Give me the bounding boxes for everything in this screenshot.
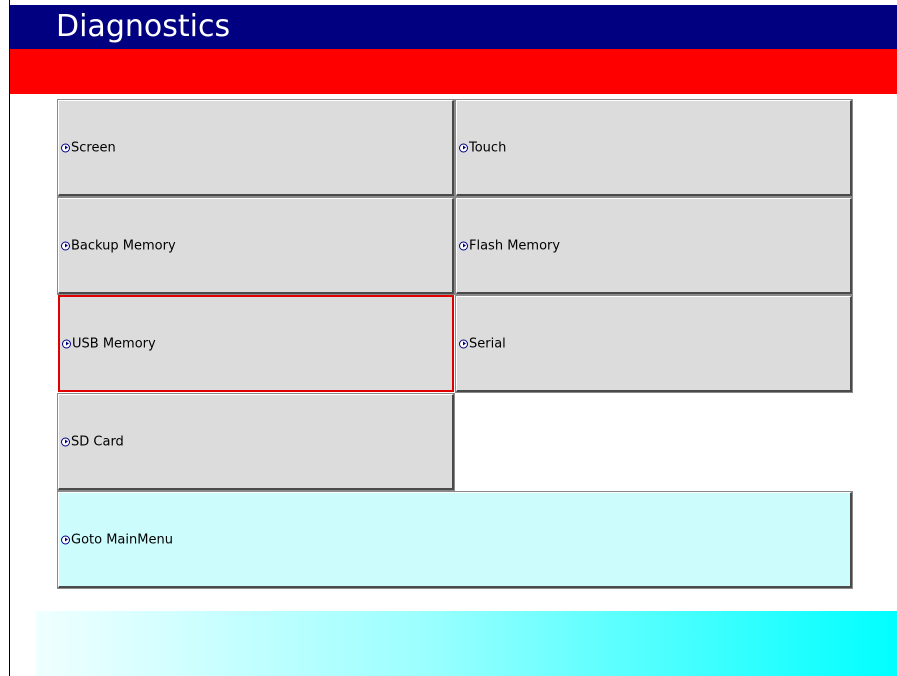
button-label: Flash Memory bbox=[469, 238, 561, 253]
button-label: Backup Memory bbox=[71, 238, 176, 253]
arrow-circle-icon bbox=[61, 241, 70, 250]
left-border bbox=[9, 0, 10, 676]
arrow-circle-icon bbox=[459, 143, 468, 152]
flash-memory-button[interactable]: Flash Memory bbox=[455, 197, 853, 295]
arrow-circle-icon bbox=[459, 241, 468, 250]
button-label: USB Memory bbox=[72, 336, 156, 351]
touch-button[interactable]: Touch bbox=[455, 99, 853, 197]
arrow-circle-icon bbox=[459, 339, 468, 348]
arrow-circle-icon bbox=[61, 143, 70, 152]
accent-bar bbox=[10, 49, 897, 94]
sd-card-button[interactable]: SD Card bbox=[57, 393, 455, 491]
button-label: Screen bbox=[71, 140, 116, 155]
button-label: Touch bbox=[469, 140, 507, 155]
backup-memory-button[interactable]: Backup Memory bbox=[57, 197, 455, 295]
title-bar: Diagnostics bbox=[10, 5, 897, 49]
diagnostics-screen: Diagnostics Screen Touch Backup Memory F… bbox=[0, 0, 897, 676]
page-title: Diagnostics bbox=[56, 9, 231, 44]
button-label: Serial bbox=[469, 336, 506, 351]
arrow-circle-icon bbox=[61, 437, 70, 446]
screen-button[interactable]: Screen bbox=[57, 99, 455, 197]
usb-memory-button[interactable]: USB Memory bbox=[58, 295, 454, 392]
button-label: SD Card bbox=[71, 434, 124, 449]
goto-main-menu-button[interactable]: Goto MainMenu bbox=[57, 491, 853, 589]
arrow-circle-icon bbox=[61, 535, 70, 544]
button-label: Goto MainMenu bbox=[71, 532, 173, 547]
arrow-circle-icon bbox=[62, 339, 71, 348]
serial-button[interactable]: Serial bbox=[455, 295, 853, 393]
footer-gradient-bar bbox=[36, 611, 897, 676]
